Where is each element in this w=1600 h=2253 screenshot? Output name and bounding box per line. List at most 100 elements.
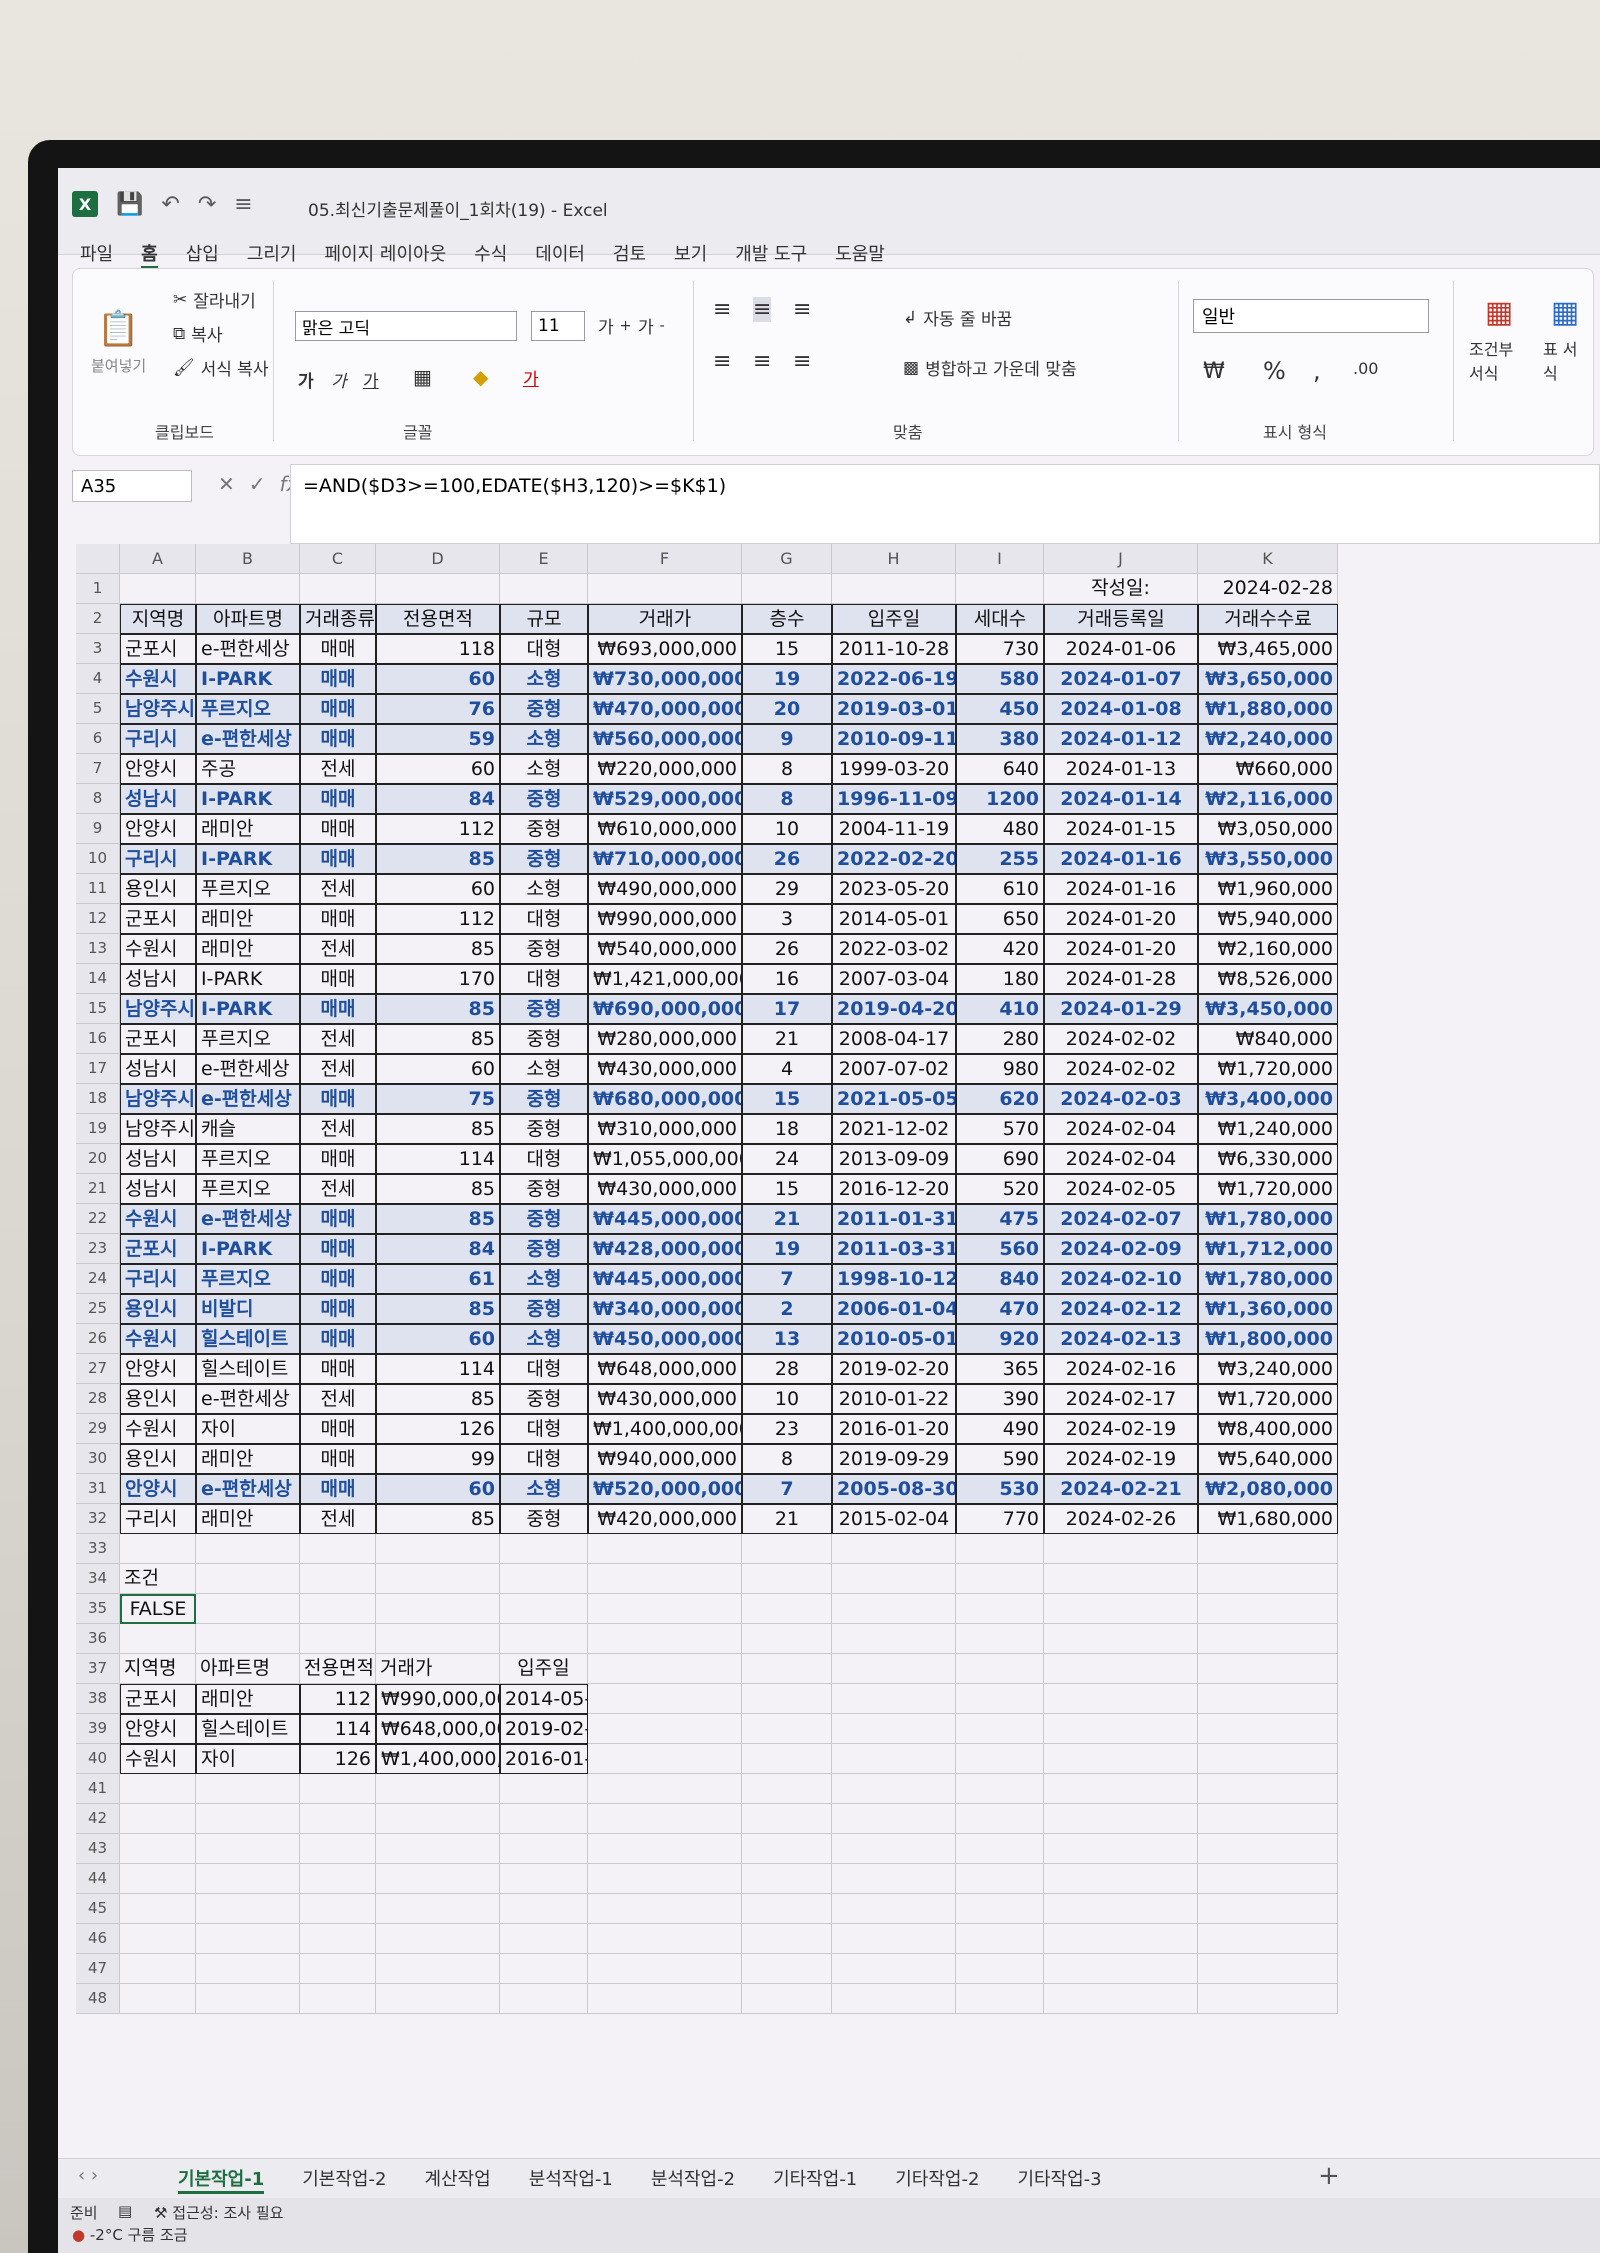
- data-cell[interactable]: 390: [956, 1384, 1044, 1414]
- data-cell[interactable]: ₩520,000,000: [588, 1474, 742, 1504]
- ribbon-tab[interactable]: 개발 도구: [735, 240, 807, 269]
- merge-center-button[interactable]: ▩ 병합하고 가운데 맞춤: [903, 355, 1077, 381]
- align-middle-icon[interactable]: ≡: [753, 297, 772, 322]
- row-header[interactable]: 5: [76, 694, 120, 724]
- row-header[interactable]: 28: [76, 1384, 120, 1414]
- result-cell[interactable]: 수원시: [120, 1744, 196, 1774]
- data-cell[interactable]: 매매: [300, 784, 376, 814]
- data-cell[interactable]: 2022-02-20: [832, 844, 956, 874]
- data-cell[interactable]: 2024-02-04: [1044, 1144, 1198, 1174]
- data-cell[interactable]: 2024-02-02: [1044, 1024, 1198, 1054]
- data-cell[interactable]: 84: [376, 784, 500, 814]
- cell[interactable]: [120, 1624, 196, 1654]
- data-cell[interactable]: 푸르지오: [196, 1024, 300, 1054]
- italic-icon[interactable]: 가: [331, 367, 347, 392]
- data-cell[interactable]: 2022-03-02: [832, 934, 956, 964]
- data-cell[interactable]: 매매: [300, 1354, 376, 1384]
- data-cell[interactable]: ₩540,000,000: [588, 934, 742, 964]
- align-top-icon[interactable]: ≡: [713, 297, 731, 322]
- font-size-select[interactable]: 11: [531, 311, 585, 341]
- data-cell[interactable]: 2024-02-10: [1044, 1264, 1198, 1294]
- result-cell[interactable]: 2014-05-01: [500, 1684, 588, 1714]
- data-cell[interactable]: 13: [742, 1324, 832, 1354]
- result-cell[interactable]: 안양시: [120, 1714, 196, 1744]
- data-cell[interactable]: 255: [956, 844, 1044, 874]
- ribbon-tab[interactable]: 데이터: [535, 240, 585, 269]
- row-header[interactable]: 27: [76, 1354, 120, 1384]
- data-cell[interactable]: 380: [956, 724, 1044, 754]
- data-cell[interactable]: 2016-12-20: [832, 1174, 956, 1204]
- data-cell[interactable]: ₩3,400,000: [1198, 1084, 1338, 1114]
- data-cell[interactable]: 21: [742, 1204, 832, 1234]
- cell[interactable]: [832, 1654, 956, 1684]
- data-cell[interactable]: 2011-10-28: [832, 634, 956, 664]
- data-cell[interactable]: 대형: [500, 1444, 588, 1474]
- cell[interactable]: [196, 1864, 300, 1894]
- cell[interactable]: [120, 1834, 196, 1864]
- cell[interactable]: [742, 1534, 832, 1564]
- data-cell[interactable]: 15: [742, 1174, 832, 1204]
- data-cell[interactable]: 전세: [300, 1114, 376, 1144]
- data-cell[interactable]: 29: [742, 874, 832, 904]
- cell[interactable]: [500, 574, 588, 604]
- cell[interactable]: [832, 1534, 956, 1564]
- cell[interactable]: [956, 1624, 1044, 1654]
- data-cell[interactable]: 2024-01-12: [1044, 724, 1198, 754]
- conditional-format-button[interactable]: ▦ 조건부 서식: [1469, 295, 1529, 384]
- data-cell[interactable]: e-편한세상: [196, 1474, 300, 1504]
- data-cell[interactable]: ₩430,000,000: [588, 1384, 742, 1414]
- data-cell[interactable]: 8: [742, 754, 832, 784]
- row-header[interactable]: 37: [76, 1654, 120, 1684]
- data-cell[interactable]: 85: [376, 1174, 500, 1204]
- cell[interactable]: [832, 1774, 956, 1804]
- percent-icon[interactable]: %: [1263, 357, 1286, 385]
- data-cell[interactable]: 2006-01-04: [832, 1294, 956, 1324]
- bold-icon[interactable]: 가: [298, 367, 314, 392]
- ribbon-tab[interactable]: 페이지 레이아웃: [325, 240, 447, 269]
- cell[interactable]: [832, 1684, 956, 1714]
- cell[interactable]: [588, 1984, 742, 2014]
- cell[interactable]: [1198, 1894, 1338, 1924]
- cell[interactable]: [742, 1984, 832, 2014]
- data-cell[interactable]: e-편한세상: [196, 724, 300, 754]
- data-cell[interactable]: 중형: [500, 1084, 588, 1114]
- data-cell[interactable]: 85: [376, 1504, 500, 1534]
- wrap-text-button[interactable]: ↲ 자동 줄 바꿈: [903, 305, 1012, 331]
- data-cell[interactable]: 전세: [300, 1384, 376, 1414]
- data-cell[interactable]: 용인시: [120, 1384, 196, 1414]
- data-cell[interactable]: 남양주시: [120, 1114, 196, 1144]
- shrink-font-icon[interactable]: 가-: [638, 313, 665, 339]
- data-cell[interactable]: 840: [956, 1264, 1044, 1294]
- data-cell[interactable]: 2024-01-08: [1044, 694, 1198, 724]
- data-cell[interactable]: 성남시: [120, 1174, 196, 1204]
- font-name-select[interactable]: 맑은 고딕: [295, 311, 517, 341]
- data-cell[interactable]: 비발디: [196, 1294, 300, 1324]
- data-cell[interactable]: 매매: [300, 1444, 376, 1474]
- accessibility-status[interactable]: ⚒ 접근성: 조사 필요: [154, 2202, 283, 2223]
- data-cell[interactable]: e-편한세상: [196, 1054, 300, 1084]
- cell[interactable]: [1044, 1864, 1198, 1894]
- data-cell[interactable]: 2010-01-22: [832, 1384, 956, 1414]
- ribbon-tab[interactable]: 그리기: [247, 240, 297, 269]
- data-cell[interactable]: 2024-01-20: [1044, 934, 1198, 964]
- cut-button[interactable]: ✂ 잘라내기: [173, 287, 256, 313]
- cell[interactable]: [300, 1804, 376, 1834]
- data-cell[interactable]: I-PARK: [196, 964, 300, 994]
- data-cell[interactable]: 2024-02-03: [1044, 1084, 1198, 1114]
- data-cell[interactable]: 매매: [300, 844, 376, 874]
- row-header[interactable]: 20: [76, 1144, 120, 1174]
- cell[interactable]: [832, 1864, 956, 1894]
- header-cell[interactable]: 거래종류: [300, 604, 376, 634]
- data-cell[interactable]: 군포시: [120, 634, 196, 664]
- data-cell[interactable]: e-편한세상: [196, 1384, 300, 1414]
- cell[interactable]: [1198, 1924, 1338, 1954]
- ribbon-tab[interactable]: 수식: [474, 240, 507, 269]
- row-header[interactable]: 11: [76, 874, 120, 904]
- result-header[interactable]: 아파트명: [196, 1654, 300, 1684]
- data-cell[interactable]: ₩1,240,000: [1198, 1114, 1338, 1144]
- row-header[interactable]: 29: [76, 1414, 120, 1444]
- data-cell[interactable]: 2024-02-19: [1044, 1414, 1198, 1444]
- cell[interactable]: [956, 1594, 1044, 1624]
- data-cell[interactable]: 성남시: [120, 964, 196, 994]
- row-header[interactable]: 44: [76, 1864, 120, 1894]
